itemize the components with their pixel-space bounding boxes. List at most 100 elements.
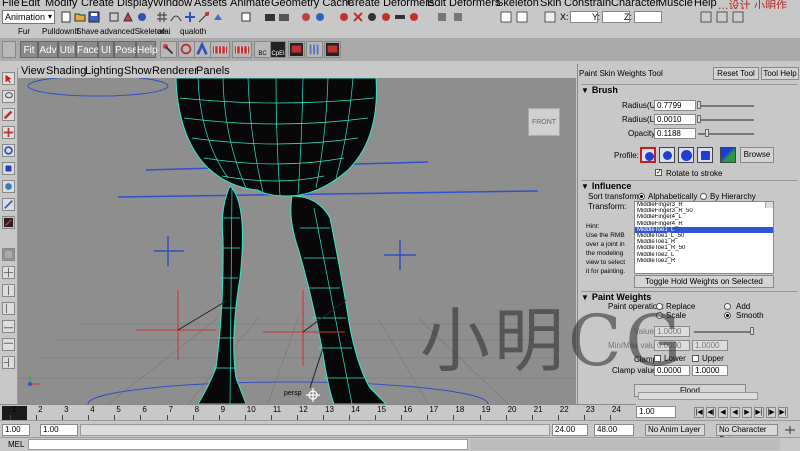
go-to-end-icon[interactable]: ▶| [778, 407, 788, 418]
character-set-dropdown[interactable]: No Character Set [716, 424, 778, 444]
open-scene-icon[interactable] [74, 11, 86, 23]
shelf-ui-button[interactable]: UI [98, 41, 114, 58]
select-tool-icon[interactable] [2, 72, 15, 85]
shelf-face-button[interactable]: Face [76, 41, 99, 58]
panel-menu-view[interactable]: View [21, 65, 45, 77]
shelf-tab-shave[interactable]: Shave [76, 27, 99, 36]
graph-editor-icon[interactable] [408, 11, 420, 23]
menu-skeleton[interactable]: Skeleton [496, 0, 539, 9]
ik-handle-icon[interactable] [178, 41, 195, 58]
new-scene-icon[interactable] [60, 11, 72, 23]
smooth-bind-icon[interactable] [232, 41, 252, 58]
radius-l-field[interactable]: 0.0010 [654, 114, 696, 125]
shelf-tab-qualoth[interactable]: qualoth [180, 27, 206, 36]
select-component-icon[interactable] [136, 11, 148, 23]
quick-select-icon[interactable] [500, 11, 512, 23]
smooth-radio[interactable] [724, 312, 731, 319]
shelf-adv-button[interactable]: Adv [38, 41, 58, 58]
clamp-max-field[interactable]: 1.0000 [692, 365, 728, 376]
play-forwards-icon[interactable]: ▶ [742, 407, 752, 418]
panel-menu-show[interactable]: Show [124, 65, 152, 77]
time-slider[interactable]: 1 2 3 4 5 6 7 8 9 10 11 12 13 14 15 16 17 18 19 20 21 22 23 24 [0, 404, 636, 420]
channel-box-icon[interactable] [352, 11, 364, 23]
anim-layer-dropdown[interactable]: No Anim Layer [645, 424, 705, 436]
influence-item[interactable]: MiddleToe2_R [635, 258, 773, 264]
soft-mod-icon[interactable] [2, 198, 15, 211]
radius-u-slider[interactable] [698, 105, 754, 107]
show-hide-attribute-editor-icon[interactable] [716, 11, 728, 23]
shelf-help-button[interactable]: Help [136, 41, 158, 58]
snap-view-icon[interactable] [198, 11, 210, 23]
render-icon[interactable] [264, 11, 276, 23]
layout-two-icon[interactable] [2, 284, 15, 297]
outliner-icon[interactable] [394, 11, 406, 23]
opacity-field[interactable]: 0.1188 [654, 128, 696, 139]
panel-menu-renderer[interactable]: Renderer [152, 65, 198, 77]
hypergraph-icon[interactable] [516, 11, 528, 23]
opacity-slider-knob[interactable] [705, 129, 709, 137]
show-hide-channel-box-icon[interactable] [700, 11, 712, 23]
play-backwards-icon[interactable]: ◀ [730, 407, 740, 418]
snap-grid-icon[interactable] [156, 11, 168, 23]
move-tool-icon[interactable] [2, 126, 15, 139]
influence-list-scrollbar[interactable] [765, 202, 773, 209]
menu-character[interactable]: Character [611, 0, 659, 9]
menu-create[interactable]: Create [81, 0, 114, 9]
copy-weights-icon[interactable] [324, 41, 341, 58]
skin-weights-icon[interactable] [210, 41, 230, 58]
menu-constrain[interactable]: Constrain [564, 0, 611, 9]
reset-tool-button[interactable]: Reset Tool [713, 67, 759, 80]
step-forward-key-icon[interactable]: ▶| [754, 407, 764, 418]
radius-u-field[interactable]: 0.7799 [654, 100, 696, 111]
mode-selector[interactable]: Animation [2, 10, 55, 24]
select-hierarchy-icon[interactable] [108, 11, 120, 23]
construction-history-icon[interactable] [240, 11, 252, 23]
last-tool-icon[interactable] [2, 216, 15, 229]
profile-gaussian-icon[interactable] [640, 147, 656, 163]
go-to-start-icon[interactable]: |◀ [694, 407, 704, 418]
current-frame-field[interactable]: 1.00 [636, 406, 676, 418]
shelf-tab-pulldownit[interactable]: PulldownIt [42, 27, 79, 36]
shelf-menu-icon[interactable] [2, 41, 16, 58]
snap-surface-icon[interactable] [212, 11, 224, 23]
layout-graph-icon[interactable] [2, 320, 15, 333]
save-scene-icon[interactable] [88, 11, 100, 23]
trax-editor-icon[interactable] [452, 11, 464, 23]
menu-modify[interactable]: Modify [45, 0, 77, 9]
shelf-util-button[interactable]: Util [58, 41, 76, 58]
profile-file-icon[interactable] [720, 147, 736, 163]
layout-single-icon[interactable] [2, 248, 15, 261]
menu-create-deformers[interactable]: Create Deformers [347, 0, 434, 9]
brush-section-header[interactable]: ▼ Brush [581, 84, 798, 95]
menu-display[interactable]: Display [117, 0, 153, 9]
snap-curve-icon[interactable] [170, 11, 182, 23]
step-forward-icon[interactable]: |▶ [766, 407, 776, 418]
auto-key-icon[interactable] [783, 424, 797, 436]
add-radio[interactable] [724, 303, 731, 310]
layout-hypershade-icon[interactable] [2, 338, 15, 351]
profile-solid-icon[interactable] [678, 147, 694, 163]
rotate-tool-icon[interactable] [2, 144, 15, 157]
menu-window[interactable]: Window [153, 0, 192, 9]
menu-skin[interactable]: Skin [540, 0, 561, 9]
joint-tool-icon[interactable] [160, 41, 177, 58]
layout-four-icon[interactable] [2, 266, 15, 279]
influence-list[interactable]: MiddleFinger3_R MiddleFinger3_R_50 Middl… [634, 201, 774, 274]
select-object-icon[interactable] [122, 11, 134, 23]
clamp-upper-checkbox[interactable] [692, 355, 699, 362]
radius-l-slider-knob[interactable] [697, 115, 701, 123]
shelf-tab-fur[interactable]: Fur [18, 27, 30, 36]
menu-animate[interactable]: Animate [230, 0, 270, 9]
view-cube[interactable]: FRONT [528, 108, 560, 136]
panel-menu-lighting[interactable]: Lighting [85, 65, 124, 77]
bc-shelf-icon[interactable]: BC [254, 41, 271, 58]
layout-outliner-icon[interactable] [2, 302, 15, 315]
menu-edit[interactable]: Edit [21, 0, 40, 9]
sort-hierarchy-radio[interactable] [700, 193, 707, 200]
value-slider[interactable] [694, 331, 754, 333]
playback-start-field[interactable]: 1.00 [40, 424, 78, 436]
paint-select-icon[interactable] [2, 108, 15, 121]
range-slider[interactable] [80, 424, 550, 436]
profile-square-icon[interactable] [697, 147, 713, 163]
menu-muscle[interactable]: Muscle [658, 0, 693, 9]
